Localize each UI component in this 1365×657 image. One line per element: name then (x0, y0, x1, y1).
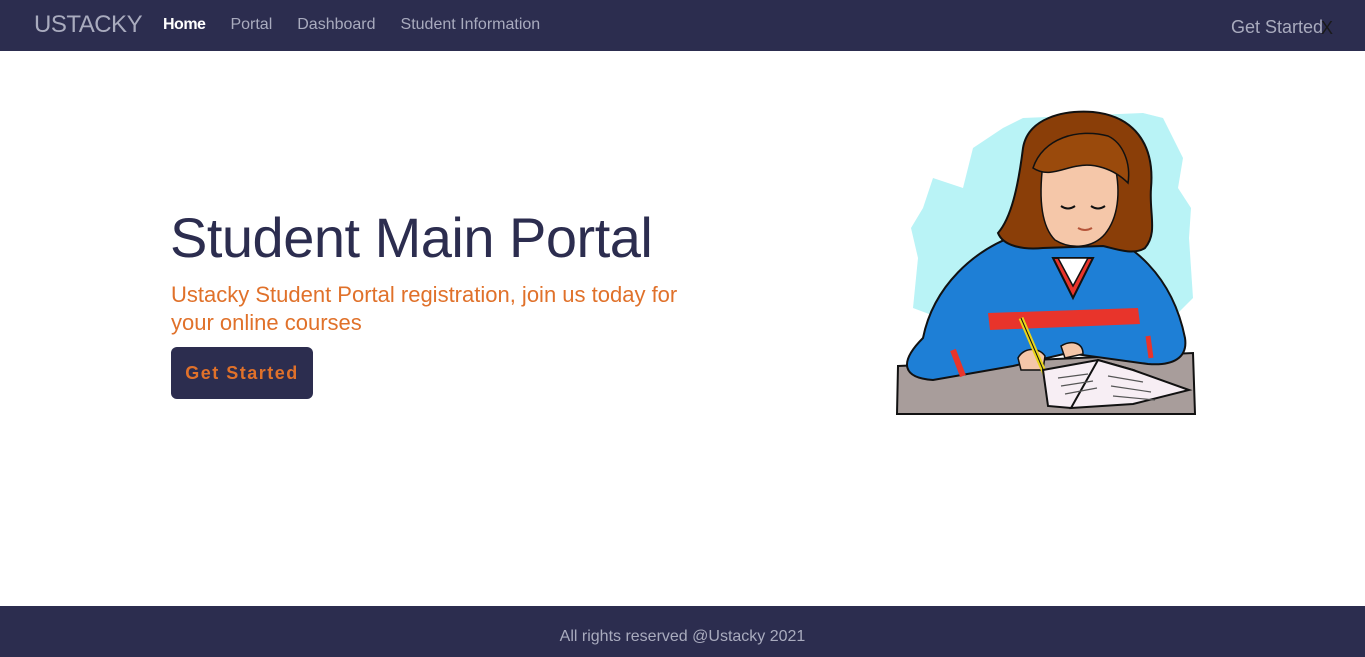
get-started-button[interactable]: Get Started (171, 347, 313, 399)
footer: All rights reserved @Ustacky 2021 (0, 606, 1365, 657)
hero-title: Student Main Portal (170, 206, 653, 269)
nav-link-dashboard[interactable]: Dashboard (297, 16, 375, 34)
nav-link-student-information[interactable]: Student Information (401, 16, 541, 34)
top-navbar: USTACKY Home Portal Dashboard Student In… (0, 0, 1365, 51)
close-button[interactable]: X (1321, 18, 1333, 39)
nav-link-home[interactable]: Home (163, 16, 206, 34)
student-writing-illustration (895, 110, 1197, 415)
nav-get-started-link[interactable]: Get Started (1231, 17, 1323, 38)
nav-link-portal[interactable]: Portal (230, 16, 272, 34)
brand-logo[interactable]: USTACKY (34, 11, 143, 39)
nav-links: Home Portal Dashboard Student Informatio… (163, 16, 565, 34)
hero-subtitle: Ustacky Student Portal registration, joi… (171, 282, 678, 335)
footer-copyright: All rights reserved @Ustacky 2021 (559, 628, 806, 645)
